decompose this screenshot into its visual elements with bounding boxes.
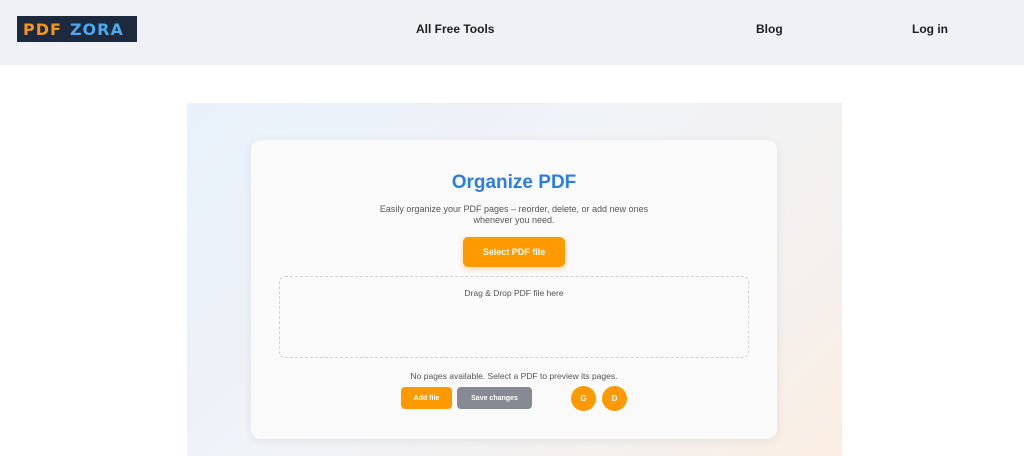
page-title: Organize PDF [451,172,577,193]
save-changes-button[interactable]: Save changes [457,387,532,409]
g-circle-button[interactable]: G [571,386,596,411]
pdfzora-logo[interactable]: PDF ZORA [17,16,137,42]
logo-text-zora: ZORA [69,19,124,39]
drag-drop-zone[interactable]: Drag & Drop PDF file here [279,276,749,358]
d-circle-button[interactable]: D [602,386,627,411]
nav-all-free-tools[interactable]: All Free Tools [416,22,494,36]
nav-blog[interactable]: Blog [756,22,783,36]
organize-pdf-card: Organize PDF Easily organize your PDF pa… [251,140,777,439]
select-pdf-button[interactable]: Select PDF file [463,237,565,267]
top-navbar: PDF ZORA All Free Tools Blog Log in [0,0,1024,65]
page-subtitle: Easily organize your PDF pages – reorder… [379,204,649,225]
nav-login[interactable]: Log in [912,22,948,36]
no-pages-message: No pages available. Select a PDF to prev… [410,371,618,381]
dropzone-label: Drag & Drop PDF file here [464,288,564,298]
add-file-button[interactable]: Add file [401,387,452,409]
hero-section: Organize PDF Easily organize your PDF pa… [187,103,842,456]
logo-text-pdf: PDF [23,19,62,39]
